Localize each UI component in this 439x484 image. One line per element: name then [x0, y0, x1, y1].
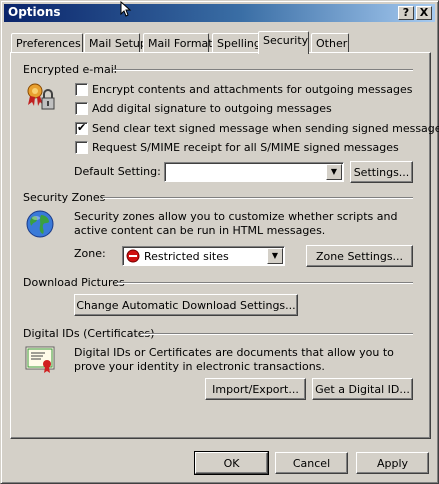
- checkmark-icon: ✔: [77, 121, 87, 134]
- security-zones-heading: Security Zones: [23, 191, 106, 204]
- encrypted-divider: [113, 69, 413, 71]
- help-button[interactable]: ?: [398, 6, 414, 20]
- digital-signature-label: Add digital signature to outgoing messag…: [92, 102, 332, 115]
- chevron-down-icon[interactable]: ▼: [267, 248, 283, 264]
- zones-description: Security zones allow you to customize wh…: [74, 210, 398, 237]
- zone-value: Restricted sites: [144, 250, 229, 263]
- title-bar[interactable]: Options ? X: [4, 4, 435, 22]
- apply-button[interactable]: Apply: [356, 452, 429, 474]
- digital-signature-checkbox[interactable]: [75, 102, 88, 115]
- zone-label: Zone:: [74, 247, 106, 260]
- window-title: Options: [8, 5, 61, 19]
- digital-ids-heading: Digital IDs (Certificates): [23, 327, 155, 340]
- tab-other[interactable]: Other: [311, 33, 349, 53]
- tab-preferences[interactable]: Preferences: [11, 33, 83, 53]
- clear-text-signed-checkbox[interactable]: ✔: [75, 121, 88, 135]
- globe-icon: [26, 210, 54, 238]
- default-setting-label: Default Setting:: [74, 165, 161, 178]
- zones-divider: [103, 197, 413, 199]
- encrypted-email-heading: Encrypted e-mail: [23, 63, 117, 76]
- ids-divider: [141, 333, 413, 335]
- download-pictures-heading: Download Pictures: [23, 276, 125, 289]
- get-digital-id-button[interactable]: Get a Digital ID...: [312, 378, 413, 400]
- smime-receipt-label: Request S/MIME receipt for all S/MIME si…: [92, 141, 399, 154]
- certificate-icon: [25, 346, 55, 373]
- encrypt-contents-checkbox[interactable]: [75, 83, 88, 96]
- tab-security[interactable]: Security: [258, 31, 309, 54]
- zone-select[interactable]: Restricted sites ▼: [122, 246, 285, 266]
- zone-settings-button[interactable]: Zone Settings...: [306, 245, 413, 267]
- encrypt-contents-label: Encrypt contents and attachments for out…: [92, 83, 413, 96]
- tab-spelling[interactable]: Spelling: [212, 33, 261, 53]
- import-export-button[interactable]: Import/Export...: [205, 378, 306, 400]
- smime-receipt-checkbox[interactable]: [75, 141, 88, 154]
- chevron-down-icon[interactable]: ▼: [326, 164, 342, 180]
- ids-description: Digital IDs or Certificates are document…: [74, 346, 394, 373]
- tab-mail-setup[interactable]: Mail Setup: [84, 33, 147, 53]
- certificate-lock-icon: [27, 83, 55, 110]
- restricted-icon: [126, 249, 140, 263]
- pictures-divider: [117, 282, 413, 284]
- default-setting-select[interactable]: ▼: [164, 162, 344, 182]
- clear-text-signed-label: Send clear text signed message when send…: [92, 122, 439, 135]
- options-dialog: Options ? X Preferences Mail Setup Mail …: [0, 0, 439, 484]
- ok-button[interactable]: OK: [194, 451, 269, 475]
- close-button[interactable]: X: [416, 6, 432, 20]
- tab-mail-format[interactable]: Mail Format: [143, 33, 213, 53]
- mouse-cursor-icon: [120, 1, 132, 17]
- cancel-button[interactable]: Cancel: [275, 452, 348, 474]
- settings-button[interactable]: Settings...: [350, 161, 413, 183]
- change-download-settings-button[interactable]: Change Automatic Download Settings...: [74, 294, 298, 316]
